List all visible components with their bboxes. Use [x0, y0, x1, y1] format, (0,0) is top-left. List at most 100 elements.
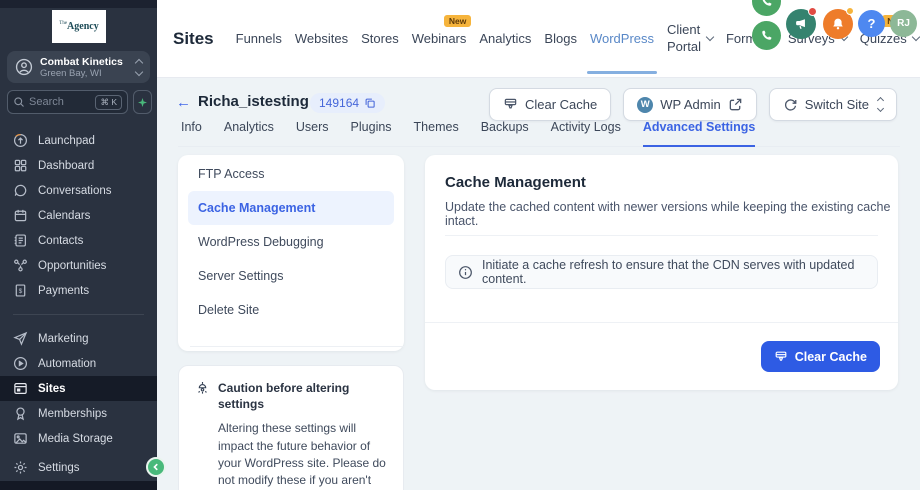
- site-id: 149164: [319, 96, 359, 110]
- copy-icon: [364, 97, 376, 109]
- menu-item-server-settings[interactable]: Server Settings: [178, 259, 404, 293]
- site-id-badge[interactable]: 149164: [310, 93, 385, 113]
- announcements-button[interactable]: [786, 9, 816, 39]
- sidebar-settings: Settings: [0, 455, 157, 480]
- tab-analytics[interactable]: Analytics: [479, 0, 531, 78]
- sidebar-item-automation[interactable]: Automation: [0, 351, 157, 376]
- tab-label: Analytics: [479, 31, 531, 46]
- panel-footer-divider: [425, 322, 898, 323]
- tab-websites[interactable]: Websites: [295, 0, 348, 78]
- bell-icon: [831, 17, 845, 31]
- back-button[interactable]: ←: [176, 94, 191, 111]
- tab-stores[interactable]: Stores: [361, 0, 399, 78]
- chevron-down-icon: [912, 32, 920, 40]
- clear-cache-button[interactable]: Clear Cache: [761, 341, 880, 372]
- agency-logo-prefix: The: [59, 21, 67, 26]
- sidebar-item-launchpad[interactable]: Launchpad: [0, 128, 157, 153]
- menu-item-ftp-access[interactable]: FTP Access: [178, 157, 404, 191]
- call-phone-button[interactable]: [752, 21, 781, 50]
- sidebar-menu: Launchpad Dashboard Conversations Calend…: [0, 128, 157, 446]
- sidebar-item-payments[interactable]: $ Payments: [0, 278, 157, 303]
- site-tab-backups[interactable]: Backups: [481, 120, 529, 146]
- site-tab-activity-logs[interactable]: Activity Logs: [551, 120, 621, 146]
- cache-icon: [774, 350, 788, 364]
- tab-label: Funnels: [236, 31, 282, 46]
- wp-admin-button[interactable]: W WP Admin: [623, 88, 756, 121]
- sidebar-search[interactable]: ⌘ K: [7, 90, 128, 114]
- quick-actions-button[interactable]: [133, 90, 152, 114]
- selector-chevrons-icon: [878, 98, 883, 111]
- help-button[interactable]: ?: [858, 10, 885, 37]
- agency-logo-text: Agency: [67, 21, 99, 32]
- sidebar-item-sites[interactable]: Sites: [0, 376, 157, 401]
- site-tabs: Info Analytics Users Plugins Themes Back…: [178, 120, 900, 147]
- sidebar-item-contacts[interactable]: Contacts: [0, 228, 157, 253]
- account-switcher[interactable]: Combat Kinetics Green Bay, WI: [7, 51, 150, 83]
- sidebar-item-label: Memberships: [38, 408, 107, 420]
- tab-blogs[interactable]: Blogs: [544, 0, 577, 78]
- sidebar-item-memberships[interactable]: Memberships: [0, 401, 157, 426]
- account-avatar-icon: [15, 58, 33, 76]
- button-label: Switch Site: [805, 97, 869, 112]
- clear-cache-header-button[interactable]: Clear Cache: [489, 88, 611, 121]
- tab-label: Stores: [361, 31, 399, 46]
- tab-wordpress[interactable]: WordPress: [590, 0, 654, 78]
- svg-text:$: $: [19, 288, 23, 295]
- sync-icon: [783, 97, 798, 112]
- sites-icon: [13, 381, 28, 396]
- account-info: Combat Kinetics Green Bay, WI: [40, 56, 129, 79]
- info-icon: [458, 265, 473, 280]
- tab-funnels[interactable]: Funnels: [236, 0, 282, 78]
- calendar-icon: [13, 208, 28, 223]
- sidebar-item-label: Marketing: [38, 333, 89, 345]
- tab-client-portal[interactable]: Client Portal: [667, 0, 713, 78]
- menu-item-delete-site[interactable]: Delete Site: [178, 293, 404, 327]
- sidebar: TheAgency Combat Kinetics Green Bay, WI …: [0, 0, 157, 490]
- sidebar-bottom-strip: [0, 481, 157, 490]
- site-tab-analytics[interactable]: Analytics: [224, 120, 274, 146]
- sidebar-item-label: Settings: [38, 462, 80, 474]
- sidebar-item-label: Conversations: [38, 185, 112, 197]
- sidebar-item-marketing[interactable]: Marketing: [0, 326, 157, 351]
- user-avatar[interactable]: RJ: [890, 10, 917, 37]
- site-tab-info[interactable]: Info: [181, 120, 202, 146]
- account-location: Green Bay, WI: [40, 68, 129, 79]
- menu-item-wordpress-debugging[interactable]: WordPress Debugging: [178, 225, 404, 259]
- site-tab-advanced-settings[interactable]: Advanced Settings: [643, 120, 756, 147]
- megaphone-icon: [794, 17, 808, 31]
- cache-icon: [503, 97, 518, 112]
- menu-divider: [190, 346, 404, 347]
- sidebar-item-conversations[interactable]: Conversations: [0, 178, 157, 203]
- account-name: Combat Kinetics: [40, 56, 129, 68]
- payments-icon: $: [13, 283, 28, 298]
- sidebar-item-media-storage[interactable]: Media Storage: [0, 426, 157, 446]
- search-shortcut: ⌘ K: [95, 95, 122, 110]
- sidebar-collapse-button[interactable]: [146, 457, 166, 477]
- menu-item-cache-management[interactable]: Cache Management: [188, 191, 394, 225]
- site-tab-themes[interactable]: Themes: [414, 120, 459, 146]
- sidebar-item-dashboard[interactable]: Dashboard: [0, 153, 157, 178]
- tab-webinars[interactable]: WebinarsNew: [412, 0, 467, 78]
- switch-site-button[interactable]: Switch Site: [769, 88, 897, 121]
- sidebar-item-opportunities[interactable]: Opportunities: [0, 253, 157, 278]
- avatar-initials: RJ: [897, 18, 910, 29]
- site-tab-users[interactable]: Users: [296, 120, 329, 146]
- sidebar-item-label: Dashboard: [38, 160, 94, 172]
- phone-icon: [760, 0, 773, 8]
- dashboard-icon: [13, 158, 28, 173]
- advanced-settings-menu: FTP Access Cache Management WordPress De…: [178, 155, 404, 351]
- chevron-left-icon: [151, 462, 161, 472]
- sidebar-item-settings[interactable]: Settings: [0, 455, 157, 480]
- automation-icon: [13, 356, 28, 371]
- opportunities-icon: [13, 258, 28, 273]
- cache-management-panel: Cache Management Update the cached conte…: [425, 155, 898, 390]
- search-input[interactable]: [29, 96, 91, 108]
- lamp-icon: [195, 381, 210, 396]
- notifications-button[interactable]: [823, 9, 853, 39]
- paper-plane-icon: [13, 331, 28, 346]
- site-tab-plugins[interactable]: Plugins: [351, 120, 392, 146]
- sidebar-item-calendars[interactable]: Calendars: [0, 203, 157, 228]
- site-header-actions: Clear Cache W WP Admin Switch Site: [489, 88, 897, 121]
- caution-title: Caution before altering settings: [218, 381, 387, 412]
- sidebar-item-label: Media Storage: [38, 433, 113, 445]
